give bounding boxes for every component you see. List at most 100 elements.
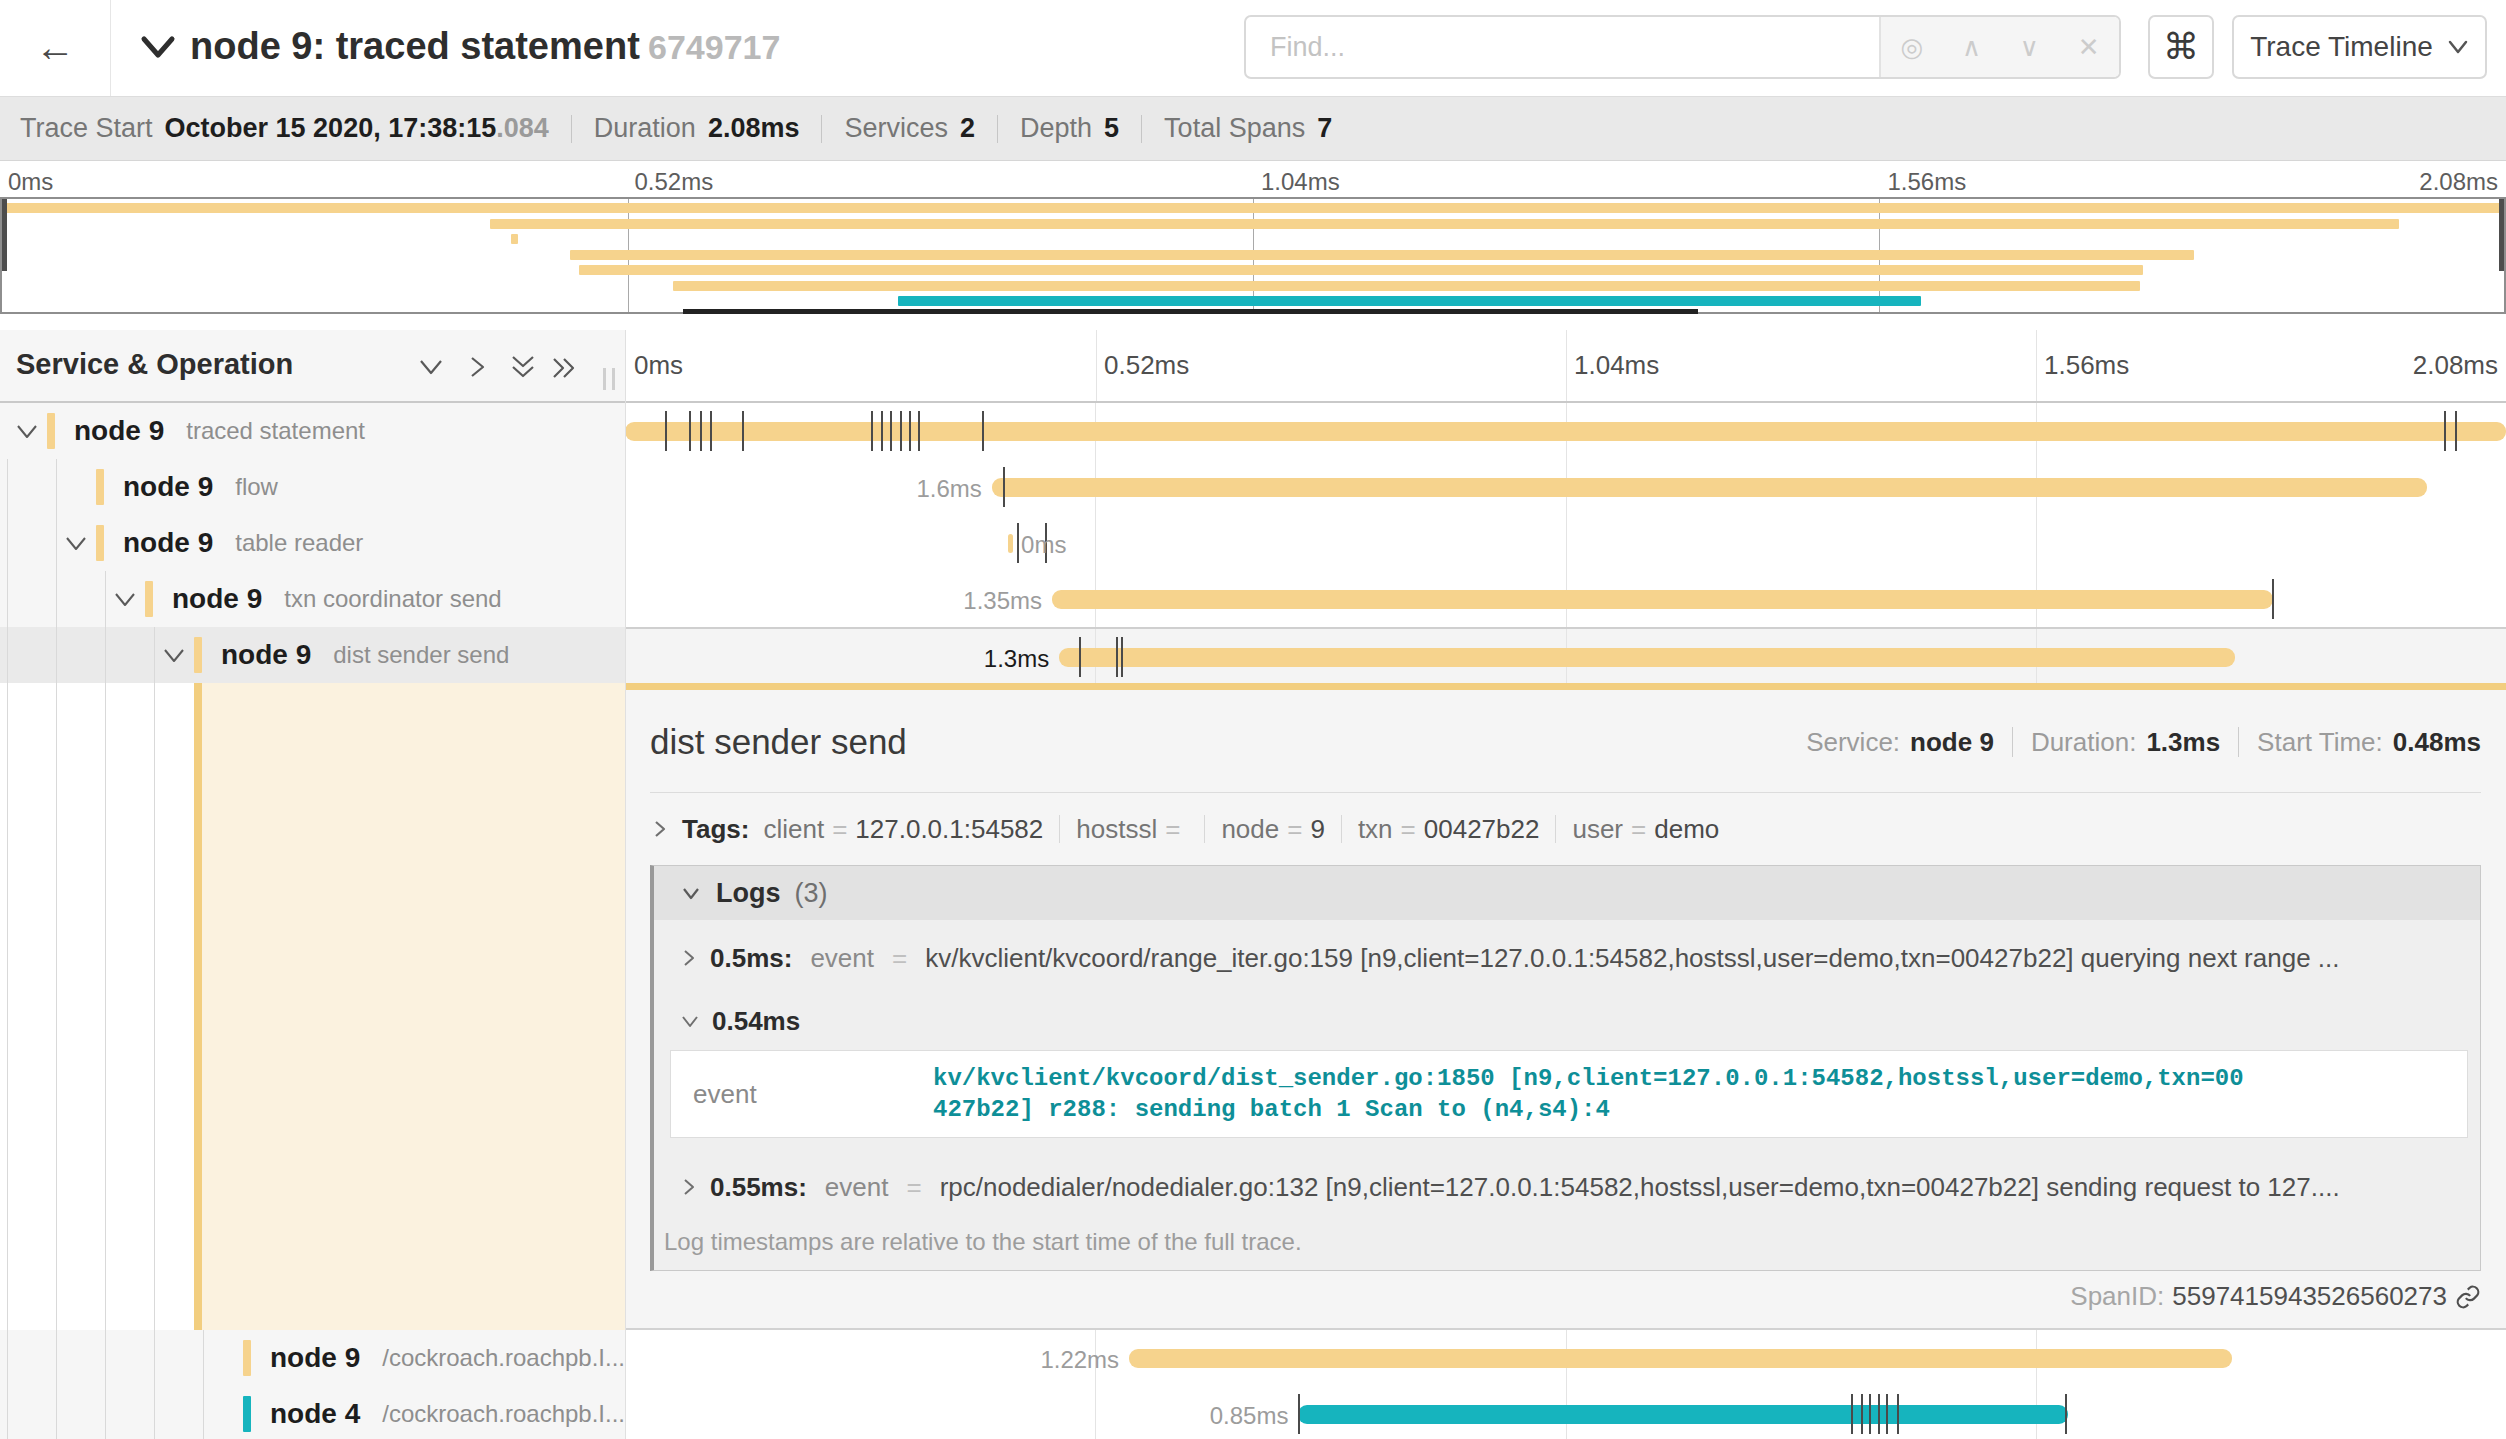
log-entry-expanded-header[interactable]: 0.54ms: [654, 996, 2480, 1046]
span-timeline-cell[interactable]: 1.3ms: [625, 627, 2506, 683]
span-tree-cell[interactable]: node 9dist sender send: [0, 627, 625, 683]
prev-result-icon[interactable]: ∧: [1962, 32, 1981, 63]
tag-value: demo: [1654, 814, 1719, 844]
view-selector-label: Trace Timeline: [2250, 31, 2433, 63]
collapse-one-icon[interactable]: [416, 354, 446, 380]
span-tree-cell[interactable]: node 4/cockroach.roachpb.I...: [0, 1386, 625, 1439]
span-color-bar: [243, 1340, 251, 1376]
span-log-marker[interactable]: [1298, 1394, 1300, 1434]
span-log-marker[interactable]: [1017, 523, 1019, 563]
span-log-marker[interactable]: [2455, 411, 2457, 451]
span-log-marker[interactable]: [1869, 1394, 1871, 1434]
span-log-marker[interactable]: [2272, 579, 2274, 619]
span-log-marker[interactable]: [2065, 1394, 2067, 1434]
back-button[interactable]: ←: [30, 24, 80, 72]
minimap-left-handle[interactable]: [2, 199, 7, 271]
summary-value: 2: [960, 113, 975, 144]
span-duration-bar[interactable]: [625, 422, 2506, 441]
indent-guide: [105, 1330, 106, 1386]
span-duration-bar[interactable]: [1298, 1405, 2067, 1424]
span-duration-bar[interactable]: [992, 478, 2427, 497]
span-timeline-cell[interactable]: 1.35ms: [625, 571, 2506, 627]
span-log-marker[interactable]: [665, 411, 667, 451]
span-timeline-cell[interactable]: 1.22ms: [625, 1330, 2506, 1386]
expand-one-icon[interactable]: [464, 354, 490, 380]
span-tree-cell[interactable]: node 9traced statement: [0, 403, 625, 459]
span-detail-left-gutter: [0, 683, 625, 1330]
span-tree-cell[interactable]: node 9flow: [0, 459, 625, 515]
span-log-marker[interactable]: [1079, 637, 1081, 677]
span-collapse-chevron-icon[interactable]: [112, 588, 138, 610]
span-log-marker[interactable]: [918, 411, 920, 451]
summary-value: 7: [1317, 113, 1332, 144]
span-log-marker[interactable]: [982, 411, 984, 451]
indent-guide: [154, 1330, 155, 1386]
span-tree-cell[interactable]: node 9table reader: [0, 515, 625, 571]
span-tree-cell[interactable]: node 9txn coordinator send: [0, 571, 625, 627]
log-entry[interactable]: 0.5ms:event=kv/kvclient/kvcoord/range_it…: [654, 920, 2480, 996]
span-log-marker[interactable]: [900, 411, 902, 451]
logs-header[interactable]: Logs (3): [654, 866, 2480, 920]
span-log-marker[interactable]: [909, 411, 911, 451]
keyboard-shortcuts-button[interactable]: ⌘: [2148, 15, 2214, 79]
log-entry[interactable]: 0.55ms:event=rpc/nodedialer/nodedialer.g…: [654, 1152, 2480, 1222]
span-log-marker[interactable]: [1121, 637, 1123, 677]
indent-guide: [7, 1386, 8, 1439]
link-icon[interactable]: [2455, 1284, 2481, 1310]
span-log-marker[interactable]: [1861, 1394, 1863, 1434]
span-timeline-cell[interactable]: [625, 403, 2506, 459]
span-collapse-chevron-icon[interactable]: [14, 420, 40, 442]
span-duration-bar[interactable]: [1052, 590, 2273, 609]
minimap-canvas[interactable]: [0, 197, 2506, 314]
clear-search-icon[interactable]: ✕: [2078, 32, 2100, 63]
span-log-marker[interactable]: [890, 411, 892, 451]
expand-all-icon[interactable]: [550, 354, 580, 382]
span-timeline-cell[interactable]: 0ms: [625, 515, 2506, 571]
collapse-all-icon[interactable]: [508, 354, 538, 382]
selected-span-color-stripe: [194, 683, 202, 1330]
locate-icon[interactable]: ◎: [1900, 32, 1923, 63]
span-log-marker[interactable]: [689, 411, 691, 451]
span-log-marker[interactable]: [881, 411, 883, 451]
span-duration-bar[interactable]: [1129, 1349, 2232, 1368]
minimap-scrollbar[interactable]: [683, 309, 1698, 314]
summary-separator: [821, 115, 822, 143]
tags-row[interactable]: Tags: client=127.0.0.1:54582hostssl=node…: [650, 809, 2481, 849]
next-result-icon[interactable]: ∨: [2020, 32, 2039, 63]
log-field-key: event: [693, 1079, 933, 1110]
span-log-marker[interactable]: [1851, 1394, 1853, 1434]
span-service-name: node 4: [270, 1398, 360, 1430]
span-collapse-chevron-icon[interactable]: [63, 532, 89, 554]
span-log-marker[interactable]: [1878, 1394, 1880, 1434]
tag-key: txn: [1358, 814, 1393, 844]
span-log-marker[interactable]: [1897, 1394, 1899, 1434]
chevron-right-icon: [680, 1176, 698, 1198]
span-collapse-chevron-icon[interactable]: [161, 644, 187, 666]
tag-value: 9: [1310, 814, 1324, 844]
find-input[interactable]: [1246, 17, 1879, 77]
span-duration-bar[interactable]: [1008, 534, 1013, 553]
span-log-marker[interactable]: [871, 411, 873, 451]
view-selector-button[interactable]: Trace Timeline: [2232, 15, 2487, 79]
log-text: kv/kvclient/kvcoord/range_iter.go:159 [n…: [925, 943, 2339, 974]
logs-accordion: Logs (3) 0.5ms:event=kv/kvclient/kvcoord…: [650, 865, 2481, 1271]
tags-list: client=127.0.0.1:54582hostssl=node=9txn=…: [763, 814, 1719, 845]
span-log-marker[interactable]: [1003, 467, 1005, 507]
span-log-marker[interactable]: [710, 411, 712, 451]
span-log-marker[interactable]: [1886, 1394, 1888, 1434]
page-title: node 9: traced statement: [190, 25, 640, 68]
span-tree-cell[interactable]: node 9/cockroach.roachpb.I...: [0, 1330, 625, 1386]
span-log-marker[interactable]: [1116, 637, 1118, 677]
span-log-marker[interactable]: [742, 411, 744, 451]
tag-key: client: [763, 814, 824, 844]
span-duration-label: 1.3ms: [984, 645, 1049, 673]
column-resizer-grip[interactable]: [603, 368, 615, 390]
span-log-marker[interactable]: [2444, 411, 2446, 451]
span-timeline-cell[interactable]: 1.6ms: [625, 459, 2506, 515]
minimap-right-handle[interactable]: [2499, 199, 2504, 271]
collapse-title-chevron-icon[interactable]: [138, 33, 178, 63]
span-log-marker[interactable]: [700, 411, 702, 451]
span-detail-title: dist sender send: [650, 722, 907, 762]
span-timeline-cell[interactable]: 0.85ms: [625, 1386, 2506, 1439]
span-duration-bar[interactable]: [1059, 648, 2235, 667]
